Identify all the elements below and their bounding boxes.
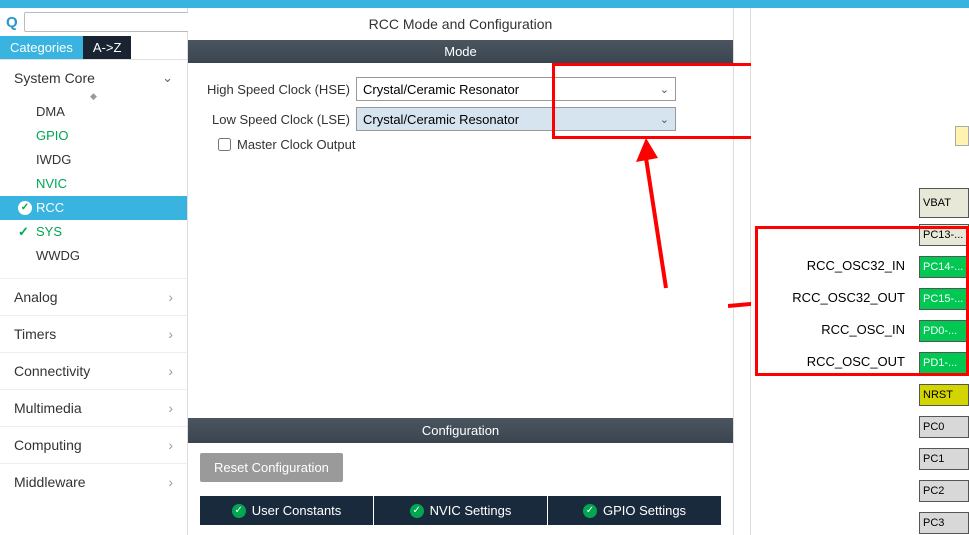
- lse-value: Crystal/Ceramic Resonator: [363, 112, 519, 127]
- sidebar-item-wwdg[interactable]: WWDG: [0, 244, 187, 268]
- pin-pc1[interactable]: PC1: [919, 448, 969, 470]
- tab-label: GPIO Settings: [603, 503, 686, 518]
- sidebar-item-dma[interactable]: DMA: [0, 100, 187, 124]
- lse-select[interactable]: Crystal/Ceramic Resonator ⌄: [356, 107, 676, 131]
- sidebar: Q ⌄ ⚙ Categories A->Z System Core ⌄ ◆ DM…: [0, 8, 188, 535]
- group-label: Multimedia: [14, 400, 82, 416]
- pin-net-label: RCC_OSC32_OUT: [792, 290, 905, 305]
- sidebar-item-label: SYS: [36, 222, 62, 242]
- pin-net-label: RCC_OSC32_IN: [807, 258, 905, 273]
- sidebar-item-rcc[interactable]: ✓ RCC: [0, 196, 187, 220]
- hse-label: High Speed Clock (HSE): [206, 82, 356, 97]
- chevron-right-icon: ›: [168, 474, 173, 490]
- pin-pc14[interactable]: PC14-...: [919, 256, 969, 278]
- pin-pc13[interactable]: PC13-...: [919, 224, 969, 246]
- chevron-right-icon: ›: [168, 289, 173, 305]
- pin-net-label: RCC_OSC_IN: [821, 322, 905, 337]
- group-middleware[interactable]: Middleware ›: [0, 463, 187, 500]
- pin-vbat[interactable]: VBAT: [919, 188, 969, 218]
- tab-label: User Constants: [252, 503, 342, 518]
- chevron-right-icon: ›: [168, 326, 173, 342]
- pin-pc2[interactable]: PC2: [919, 480, 969, 502]
- group-system-core[interactable]: System Core ⌄: [0, 60, 187, 92]
- hse-value: Crystal/Ceramic Resonator: [363, 82, 519, 97]
- mco-checkbox[interactable]: [218, 138, 231, 151]
- check-icon: ✓: [18, 201, 32, 215]
- pin-net-label: RCC_OSC_OUT: [807, 354, 905, 369]
- check-icon: ✓: [583, 504, 597, 518]
- group-label: Analog: [14, 289, 58, 305]
- sidebar-item-nvic[interactable]: NVIC: [0, 172, 187, 196]
- search-icon: Q: [6, 14, 18, 31]
- tab-categories[interactable]: Categories: [0, 36, 83, 59]
- group-connectivity[interactable]: Connectivity ›: [0, 352, 187, 389]
- sidebar-item-gpio[interactable]: GPIO: [0, 124, 187, 148]
- pin-pc15[interactable]: PC15-...: [919, 288, 969, 310]
- chevron-right-icon: ›: [168, 400, 173, 416]
- sidebar-item-iwdg[interactable]: IWDG: [0, 148, 187, 172]
- page-title: RCC Mode and Configuration: [188, 8, 733, 40]
- group-label: Connectivity: [14, 363, 90, 379]
- mco-label: Master Clock Output: [237, 137, 356, 152]
- pin-pc3[interactable]: PC3: [919, 512, 969, 534]
- check-icon: ✓: [410, 504, 424, 518]
- tab-label: NVIC Settings: [430, 503, 512, 518]
- group-analog[interactable]: Analog ›: [0, 278, 187, 315]
- group-label: Computing: [14, 437, 82, 453]
- lse-label: Low Speed Clock (LSE): [206, 112, 356, 127]
- chevron-right-icon: ›: [168, 363, 173, 379]
- group-label: System Core: [14, 70, 95, 86]
- reset-configuration-button[interactable]: Reset Configuration: [200, 453, 343, 482]
- section-mode-header: Mode: [188, 40, 733, 63]
- pin-pd1[interactable]: PD1-...: [919, 352, 969, 374]
- chevron-down-icon: ⌄: [660, 113, 669, 126]
- sidebar-item-label: RCC: [36, 198, 64, 218]
- pin-nrst[interactable]: NRST: [919, 384, 969, 406]
- tab-gpio-settings[interactable]: ✓ GPIO Settings: [548, 496, 721, 525]
- group-computing[interactable]: Computing ›: [0, 426, 187, 463]
- chevron-right-icon: ›: [168, 437, 173, 453]
- pin-pd0[interactable]: PD0-...: [919, 320, 969, 342]
- pinout-panel: RCC_OSC32_IN RCC_OSC32_OUT RCC_OSC_IN RC…: [751, 8, 969, 535]
- tab-user-constants[interactable]: ✓ User Constants: [200, 496, 374, 525]
- splitter[interactable]: [733, 8, 751, 535]
- chevron-down-icon: ⌄: [660, 83, 669, 96]
- section-config-header: Configuration: [188, 418, 733, 443]
- group-multimedia[interactable]: Multimedia ›: [0, 389, 187, 426]
- chevron-down-icon: ⌄: [162, 70, 173, 86]
- group-label: Timers: [14, 326, 56, 342]
- tab-az[interactable]: A->Z: [83, 36, 132, 59]
- check-icon: ✓: [232, 504, 246, 518]
- group-label: Middleware: [14, 474, 86, 490]
- group-timers[interactable]: Timers ›: [0, 315, 187, 352]
- sidebar-item-sys[interactable]: ✓ SYS: [0, 220, 187, 244]
- pin-marker: [955, 126, 969, 146]
- caret-up-icon: ◆: [0, 92, 187, 100]
- tab-nvic-settings[interactable]: ✓ NVIC Settings: [374, 496, 548, 525]
- hse-select[interactable]: Crystal/Ceramic Resonator ⌄: [356, 77, 676, 101]
- check-icon: ✓: [18, 222, 29, 242]
- search-input[interactable]: [24, 12, 201, 32]
- pin-pc0[interactable]: PC0: [919, 416, 969, 438]
